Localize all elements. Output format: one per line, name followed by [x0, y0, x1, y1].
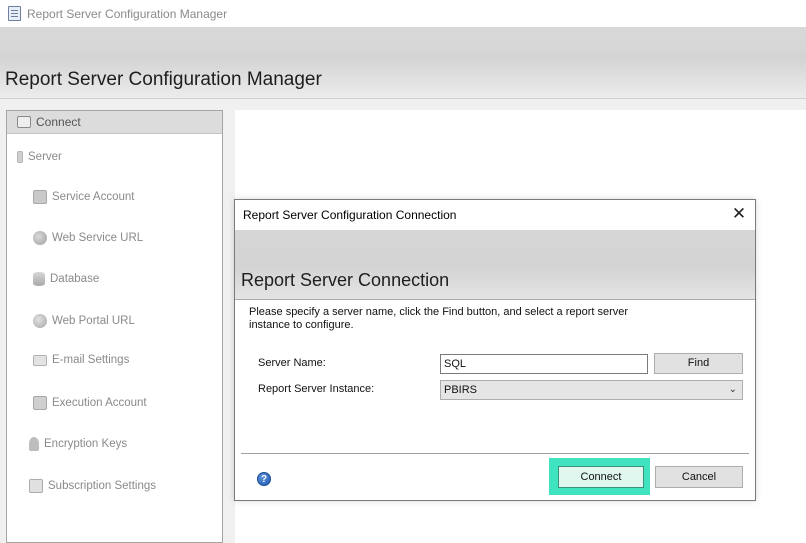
sidebar-item-label: Database — [50, 273, 100, 285]
app-header: Report Server Configuration Manager — [0, 27, 806, 99]
sidebar-item-service-account[interactable]: Service Account — [33, 190, 134, 204]
sidebar-item-label: Web Service URL — [52, 232, 144, 244]
web-service-url-icon — [33, 231, 47, 245]
dialog-title: Report Server Configuration Connection — [243, 208, 457, 222]
dialog-heading: Report Server Connection — [241, 270, 450, 290]
execution-account-icon — [33, 396, 47, 410]
encryption-keys-icon — [29, 437, 39, 451]
sidebar-item-web-service-url[interactable]: Web Service URL — [33, 231, 143, 245]
sidebar-item-execution-account[interactable]: Execution Account — [33, 396, 147, 410]
connect-icon — [17, 116, 31, 128]
dialog-header: Report Server Connection — [235, 230, 755, 300]
server-icon — [17, 151, 23, 163]
app-icon — [8, 6, 21, 21]
service-account-icon — [33, 190, 47, 204]
chevron-down-icon: ⌄ — [728, 384, 737, 395]
server-name-label: Server Name: — [258, 357, 326, 369]
connection-dialog: Report Server Configuration Connection ✕… — [234, 199, 756, 501]
help-icon[interactable]: ? — [257, 472, 271, 486]
database-icon — [33, 272, 45, 286]
close-icon[interactable]: ✕ — [731, 206, 747, 223]
sidebar-item-label: Web Portal URL — [52, 315, 135, 327]
dialog-divider — [241, 453, 749, 454]
window-titlebar: Report Server Configuration Manager — [0, 0, 806, 27]
cancel-button[interactable]: Cancel — [655, 466, 743, 488]
dialog-description: Please specify a server name, click the … — [249, 306, 629, 331]
sidebar-item-label: Service Account — [52, 191, 135, 203]
window-title: Report Server Configuration Manager — [27, 6, 228, 21]
web-portal-url-icon — [33, 314, 47, 328]
instance-select[interactable]: PBIRS ⌄ — [440, 380, 743, 400]
connect-button[interactable]: Connect — [558, 466, 644, 488]
sidebar-item-server[interactable]: Server — [17, 151, 62, 163]
sidebar-connect[interactable]: Connect — [7, 111, 222, 134]
sidebar: Connect Server Service Account Web Servi… — [6, 110, 223, 543]
server-name-input[interactable] — [440, 354, 648, 374]
sidebar-item-email-settings[interactable]: E-mail Settings — [33, 354, 129, 366]
instance-label: Report Server Instance: — [258, 383, 375, 395]
sidebar-item-label: Subscription Settings — [48, 480, 157, 492]
dialog-titlebar: Report Server Configuration Connection ✕ — [235, 200, 755, 230]
subscription-settings-icon — [29, 479, 43, 493]
sidebar-item-label: Encryption Keys — [44, 438, 128, 450]
app-heading: Report Server Configuration Manager — [5, 69, 322, 90]
email-settings-icon — [33, 354, 47, 366]
sidebar-item-web-portal-url[interactable]: Web Portal URL — [33, 314, 135, 328]
sidebar-item-subscription-settings[interactable]: Subscription Settings — [29, 479, 156, 493]
sidebar-item-label: Server — [28, 151, 62, 163]
sidebar-item-label: E-mail Settings — [52, 354, 130, 366]
sidebar-connect-label: Connect — [36, 115, 81, 129]
sidebar-item-encryption-keys[interactable]: Encryption Keys — [29, 437, 127, 451]
find-button[interactable]: Find — [654, 353, 743, 374]
instance-select-value: PBIRS — [444, 384, 478, 396]
sidebar-item-label: Execution Account — [52, 397, 147, 409]
sidebar-item-database[interactable]: Database — [33, 272, 99, 286]
